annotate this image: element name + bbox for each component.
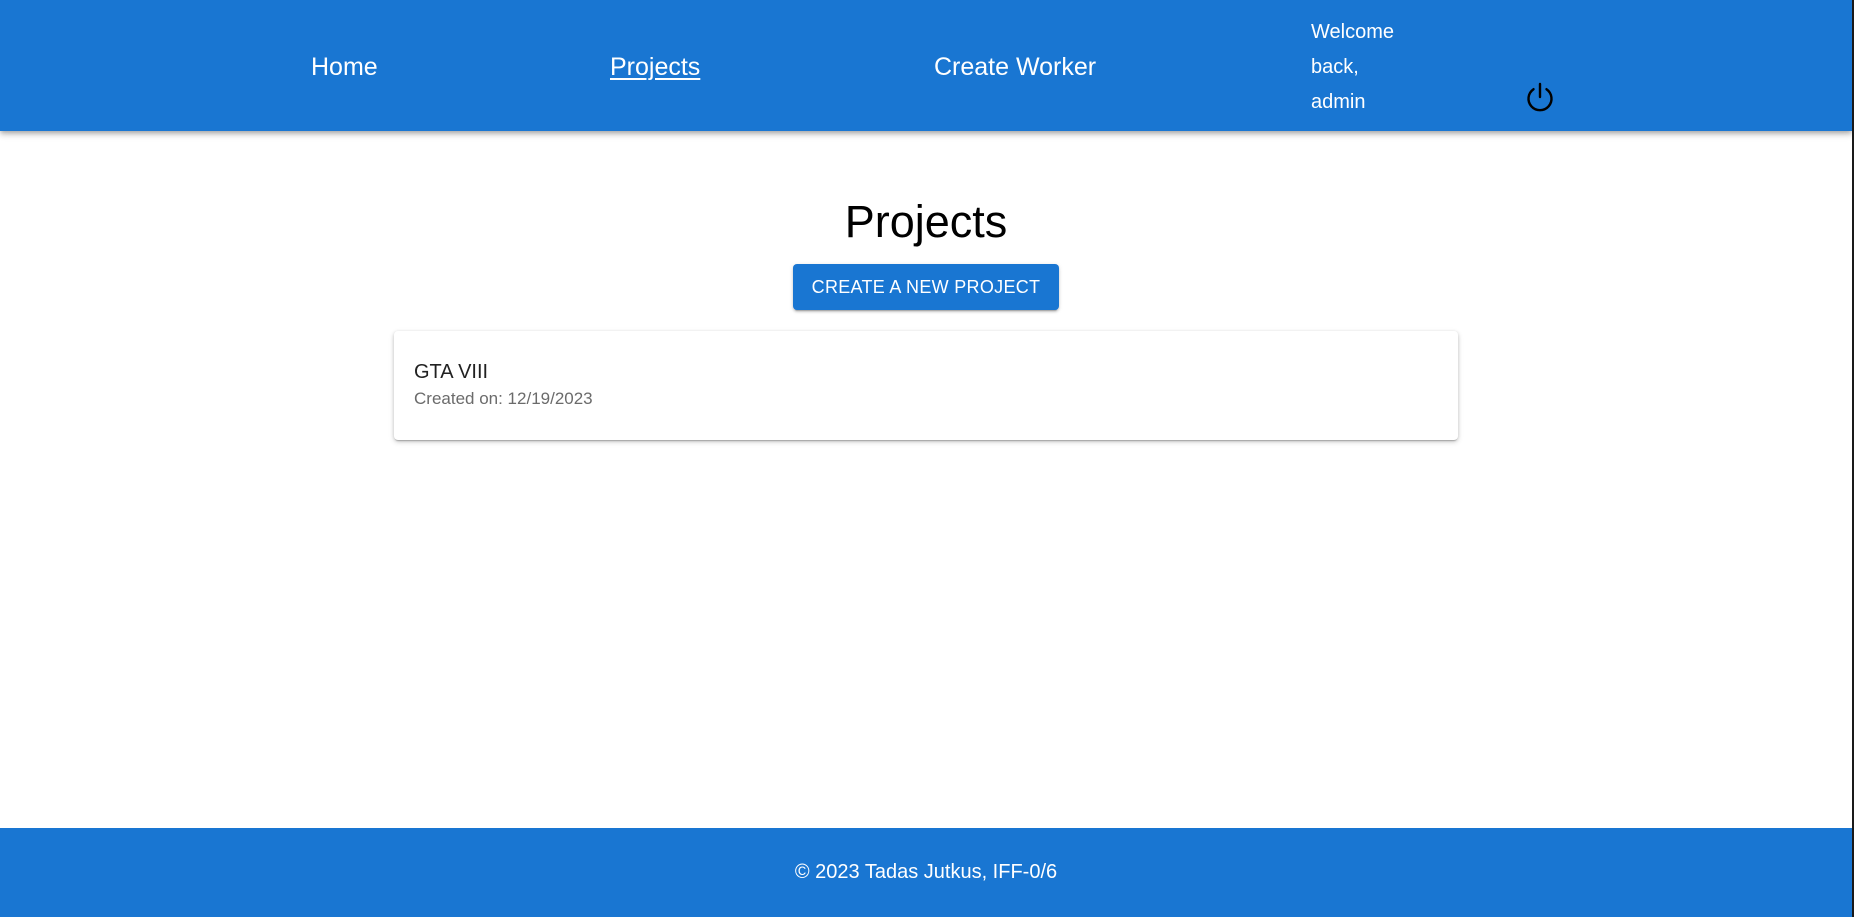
- page-footer: © 2023 Tadas Jutkus, IFF-0/6: [0, 828, 1852, 917]
- nav-link-home[interactable]: Home: [311, 50, 378, 84]
- project-name: GTA VIII: [414, 361, 489, 383]
- welcome-line-2: back,: [1311, 56, 1359, 78]
- project-created-date: Created on: 12/19/2023: [414, 389, 593, 408]
- project-card[interactable]: GTA VIII Created on: 12/19/2023: [394, 331, 1458, 440]
- welcome-message: Welcome back, admin: [1311, 15, 1421, 120]
- power-icon: [1527, 82, 1553, 112]
- page-frame: Home Projects Create Worker Welcome back…: [0, 0, 1854, 917]
- welcome-line-3: admin: [1311, 91, 1366, 113]
- app-root: Home Projects Create Worker Welcome back…: [0, 0, 1852, 917]
- logout-button[interactable]: [1522, 80, 1558, 116]
- top-navigation-bar: Home Projects Create Worker Welcome back…: [0, 0, 1852, 131]
- page-title: Projects: [844, 196, 1008, 247]
- create-new-project-button[interactable]: CREATE A NEW PROJECT: [793, 264, 1059, 310]
- nav-link-create-worker[interactable]: Create Worker: [934, 50, 1096, 84]
- welcome-line-1: Welcome: [1311, 21, 1394, 43]
- nav-link-projects[interactable]: Projects: [610, 50, 700, 84]
- footer-copyright: © 2023 Tadas Jutkus, IFF-0/6: [794, 861, 1058, 883]
